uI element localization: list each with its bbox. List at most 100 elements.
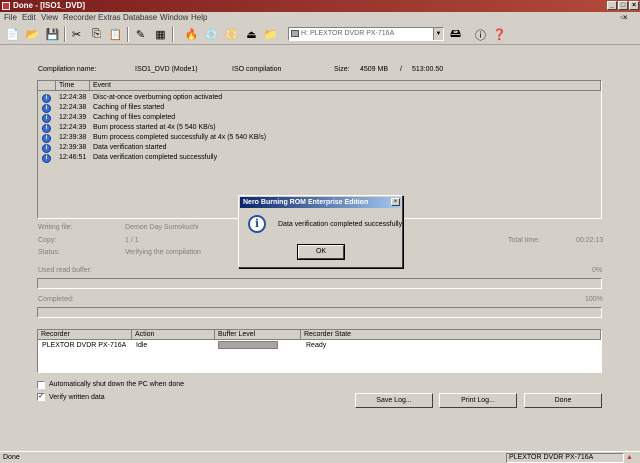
menu-help[interactable]: Help [191, 12, 207, 23]
log-time: 12:39:38 [59, 134, 87, 141]
disc-info-icon[interactable]: 📀 [223, 26, 240, 43]
copy-icon[interactable]: ⎘ [88, 26, 105, 43]
verify-data-checkbox[interactable]: ✓ [37, 393, 45, 401]
cut-icon[interactable]: ✂ [68, 26, 85, 43]
size-time: 513:00.50 [412, 66, 444, 73]
menu-database[interactable]: Database [123, 12, 157, 23]
menu-extras[interactable]: Extras [98, 12, 121, 23]
menu-edit[interactable]: Edit [22, 12, 36, 23]
compilation-type: ISO compilation [232, 66, 282, 73]
log-row[interactable]: i 12:24:38 Caching of files started [38, 103, 601, 113]
log-event: Disc-at-once overburning option activate… [93, 94, 223, 101]
help-icon[interactable]: ❓ [491, 26, 508, 43]
buffer-level-bar [218, 341, 278, 349]
info-icon: i [42, 134, 51, 143]
copy-label: Copy: [38, 237, 57, 244]
burn-icon[interactable]: 🔥 [183, 26, 200, 43]
new-icon[interactable]: 📄 [4, 26, 21, 43]
save-icon[interactable]: 💾 [44, 26, 61, 43]
toolbar-separator [172, 27, 174, 42]
size-separator: / [400, 66, 402, 73]
writing-file-value: Demon Day Sumokuchi [125, 224, 199, 231]
menu-view[interactable]: View [41, 12, 58, 23]
recorder-action: Idle [136, 342, 148, 349]
header-buffer-level[interactable]: Buffer Level [215, 330, 301, 340]
nero-app-icon[interactable] [2, 2, 10, 10]
verify-data-label: Verify written data [49, 394, 105, 401]
done-button[interactable]: Done [524, 393, 602, 408]
completed-value: 100% [585, 296, 603, 303]
header-recorder-state[interactable]: Recorder State [301, 330, 601, 340]
info-icon[interactable]: ⓘ [472, 26, 489, 43]
dialog-close-icon[interactable]: × [391, 198, 400, 206]
buffer-progress-bar [37, 278, 602, 289]
menu-window[interactable]: Window [160, 12, 188, 23]
chevron-down-icon[interactable]: ▼ [433, 28, 443, 40]
auto-shutdown-label: Automatically shut down the PC when done [49, 381, 185, 388]
log-header-time[interactable]: Time [56, 81, 90, 91]
properties-icon[interactable]: ✎ [132, 26, 149, 43]
ok-button[interactable]: OK [297, 244, 345, 260]
header-action[interactable]: Action [132, 330, 215, 340]
drive-select-value: H: PLEXTOR DVDR PX-716A [301, 30, 395, 37]
copy-disc-icon[interactable]: 💿 [203, 26, 220, 43]
toolbar-separator [64, 27, 66, 42]
log-row[interactable]: i 12:46:51 Data verification completed suc… [38, 153, 601, 163]
menu-file[interactable]: File [4, 12, 17, 23]
information-icon: i [248, 215, 266, 233]
size-mb: 4509 MB [360, 66, 389, 73]
print-log-button[interactable]: Print Log... [439, 393, 517, 408]
log-row[interactable]: i 12:24:39 Burn process started at 4x (5 5… [38, 123, 601, 133]
drive-select[interactable]: H: PLEXTOR DVDR PX-716A ▼ [288, 27, 444, 41]
compilation-name-label: Compilation name: [38, 66, 97, 73]
paste-icon[interactable]: 📋 [107, 26, 124, 43]
maximize-button[interactable]: □ [618, 1, 628, 10]
log-row[interactable]: i 12:24:39 Caching of files completed [38, 113, 601, 123]
drive-properties-icon[interactable]: 🖴 [447, 26, 464, 43]
header-recorder[interactable]: Recorder [38, 330, 132, 340]
log-event: Burn process started at 4x (5 540 KB/s) [93, 124, 216, 131]
menu-recorder[interactable]: Recorder [63, 12, 96, 23]
info-icon: i [42, 144, 51, 153]
info-icon: i [42, 154, 51, 163]
log-time: 12:46:51 [59, 154, 87, 161]
auto-shutdown-checkbox[interactable] [37, 381, 45, 389]
log-time: 12:39:38 [59, 144, 87, 151]
size-label: Size: [334, 66, 350, 73]
recorder-state: Ready [306, 342, 327, 349]
open-icon[interactable]: 📂 [24, 26, 41, 43]
recorder-list-header: Recorder Action Buffer Level Recorder St… [38, 330, 601, 340]
close-button[interactable]: × [629, 1, 639, 10]
eject-icon[interactable]: ⏏ [243, 26, 260, 43]
log-row[interactable]: i 12:39:38 Data verification started [38, 143, 601, 153]
mdi-restore-icon[interactable]: ▫× [620, 12, 628, 23]
info-icon: i [42, 124, 51, 133]
dialog-message: Data verification completed successfully [278, 221, 403, 228]
total-time-value: 00:22:13 [576, 237, 604, 244]
buffer-label: Used read buffer: [38, 267, 92, 274]
minimize-button[interactable]: _ [607, 1, 617, 10]
completed-label: Completed: [38, 296, 74, 303]
log-header: Time Event [38, 81, 601, 91]
folder-icon[interactable]: 📁 [262, 26, 279, 43]
log-event: Data verification started [93, 144, 167, 151]
log-header-event[interactable]: Event [90, 81, 601, 91]
buffer-value: 0% [592, 267, 603, 274]
recorder-list[interactable]: Recorder Action Buffer Level Recorder St… [37, 329, 602, 373]
title-bar: Done - [ISO1_DVD] _ □ × [0, 0, 640, 12]
copy-value: 1 / 1 [125, 237, 139, 244]
recorder-name: PLEXTOR DVDR PX-716A [42, 342, 127, 349]
log-event: Caching of files started [93, 104, 165, 111]
save-log-button[interactable]: Save Log... [355, 393, 433, 408]
menu-bar: File Edit View Recorder Extras Database … [0, 12, 640, 23]
flame-icon: ▲ [626, 454, 633, 461]
log-event: Burn process completed successfully at 4… [93, 134, 267, 141]
browser-icon[interactable]: ▦ [152, 26, 169, 43]
log-time: 12:24:39 [59, 124, 87, 131]
log-time: 12:24:38 [59, 104, 87, 111]
toolbar: 📄 📂 💾 ✂ ⎘ 📋 ✎ ▦ 🔥 💿 📀 ⏏ 📁 H: PLEXTOR DVD… [0, 23, 640, 45]
log-time: 12:24:38 [59, 94, 87, 101]
log-event: Caching of files completed [93, 114, 176, 121]
log-row[interactable]: i 12:39:38 Burn process completed successf… [38, 133, 601, 143]
log-row[interactable]: i 12:24:38 Disc-at-once overburning option… [38, 93, 601, 103]
